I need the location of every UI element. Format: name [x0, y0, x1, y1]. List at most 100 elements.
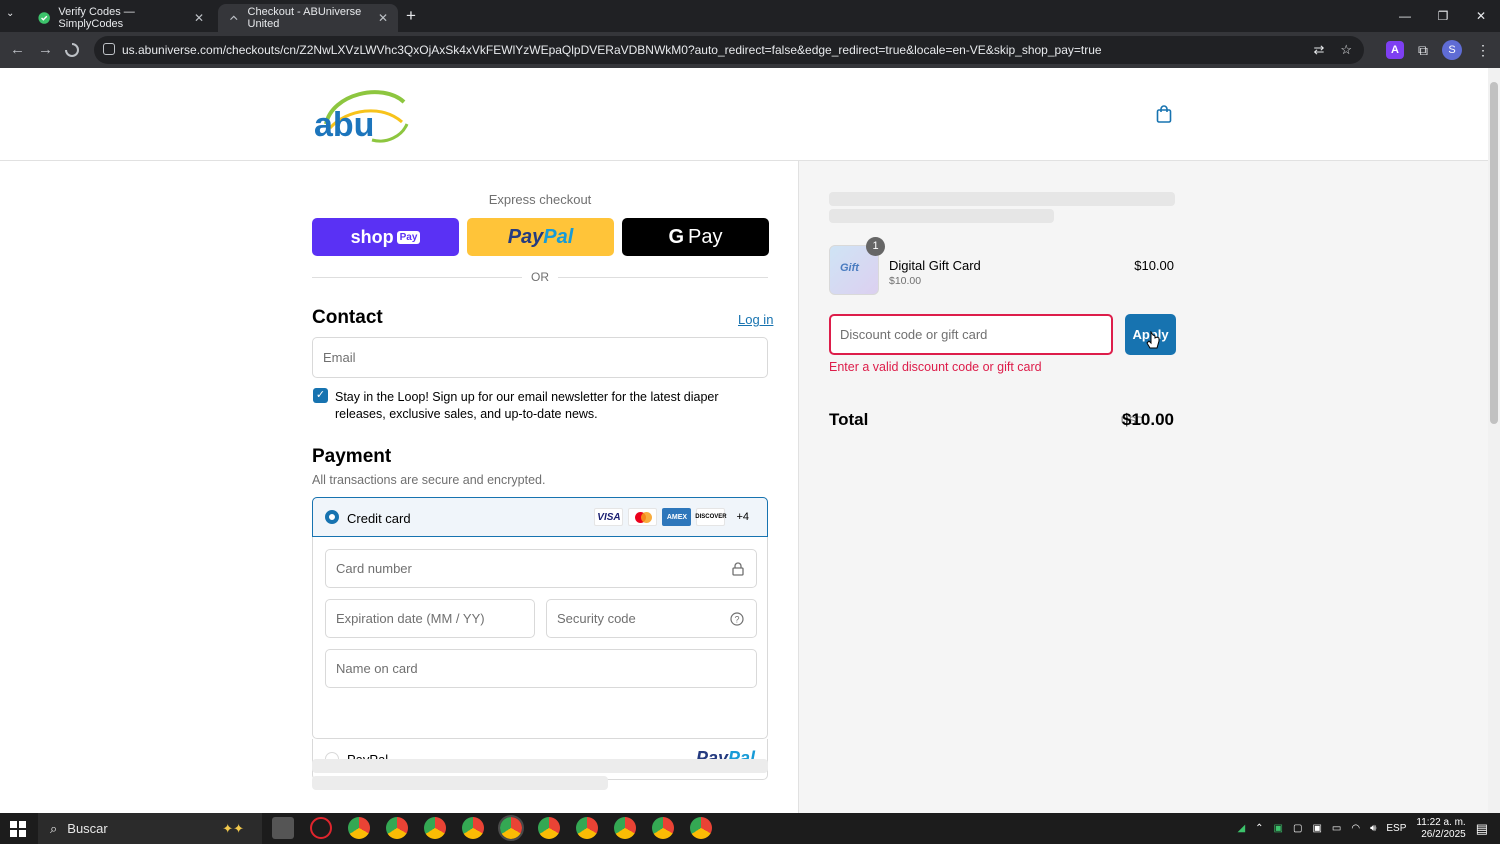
credit-card-section: Credit card VISA AMEX DISCOVER +4 Card n…: [312, 497, 768, 739]
abu-logo[interactable]: abu: [312, 84, 412, 146]
site-info-icon[interactable]: [103, 43, 115, 55]
shop-pay-button[interactable]: shop Pay: [312, 218, 459, 256]
name-on-card-field[interactable]: Name on card: [325, 649, 757, 688]
scrollbar-thumb[interactable]: [1490, 82, 1498, 424]
chrome-profile-icon[interactable]: [538, 817, 560, 839]
close-window-icon[interactable]: ✕: [1462, 0, 1500, 32]
tray-app-icon[interactable]: ▣: [1274, 823, 1283, 834]
extension-a-icon[interactable]: A: [1386, 41, 1404, 59]
translate-icon[interactable]: ⇄: [1313, 42, 1324, 58]
chrome-profile-icon[interactable]: [424, 817, 446, 839]
bookmark-star-icon[interactable]: ☆: [1340, 42, 1352, 58]
minimize-icon[interactable]: —: [1386, 0, 1424, 32]
item-price: $10.00: [1134, 258, 1174, 273]
email-field[interactable]: Email: [312, 337, 768, 378]
checkout-form: Express checkout shop Pay Pay Pal G Pay O…: [0, 161, 798, 813]
card-brand-logos: VISA AMEX DISCOVER +4: [594, 508, 749, 526]
mastercard-icon: [628, 508, 658, 526]
discount-code-input[interactable]: Discount code or gift card: [829, 314, 1113, 355]
notifications-icon[interactable]: ▤: [1476, 821, 1488, 837]
google-pay-button[interactable]: G Pay: [622, 218, 769, 256]
address-bar[interactable]: us.abuniverse.com/checkouts/cn/Z2NwLXVzL…: [94, 36, 1364, 64]
email-placeholder: Email: [323, 350, 356, 365]
chrome-active-icon[interactable]: [498, 815, 524, 841]
order-summary: Gift 1 Digital Gift Card $10.00 $10.00 D…: [798, 161, 1488, 813]
extensions-puzzle-icon[interactable]: ⧉: [1418, 42, 1428, 59]
logo-text: abu: [314, 106, 374, 144]
close-tab-icon[interactable]: ✕: [194, 11, 204, 25]
nvidia-icon[interactable]: ◢: [1237, 823, 1245, 834]
paypal-express-button[interactable]: Pay Pal: [467, 218, 614, 256]
visa-icon: VISA: [594, 508, 624, 526]
lock-icon: [732, 562, 744, 576]
tab-checkout[interactable]: Checkout - ABUniverse United ✕: [218, 4, 398, 32]
browser-tab-strip: ⌄ Verify Codes — SimplyCodes ✕ Checkout …: [0, 0, 1500, 32]
or-text: OR: [531, 270, 549, 284]
forward-icon[interactable]: →: [38, 41, 53, 58]
security-code-field[interactable]: Security code ?: [546, 599, 757, 638]
back-icon[interactable]: ←: [10, 41, 25, 58]
loading-icon: [230, 15, 238, 21]
copilot-sparkle-icon: ✦✦: [222, 820, 244, 836]
google-g-icon: G: [668, 225, 685, 248]
expiration-placeholder: Expiration date (MM / YY): [336, 611, 485, 626]
loading-skeleton: [312, 776, 608, 790]
checkout-page: abu Express checkout shop Pay Pay Pal G P…: [0, 68, 1488, 813]
loading-skeleton: [829, 192, 1175, 206]
login-link[interactable]: Log in: [738, 312, 773, 327]
mouse-cursor-icon: [1146, 331, 1160, 349]
simplycodes-icon: [38, 12, 50, 24]
item-sub-price: $10.00: [889, 275, 922, 287]
clock[interactable]: 11:22 a. m. 26/2/2025: [1416, 817, 1465, 841]
new-tab-button[interactable]: +: [406, 6, 416, 26]
chrome-profile-icon[interactable]: [386, 817, 408, 839]
chevron-up-icon[interactable]: ⌃: [1255, 823, 1263, 834]
tab-simplycodes[interactable]: Verify Codes — SimplyCodes ✕: [28, 4, 214, 32]
language-indicator[interactable]: ESP: [1386, 823, 1406, 834]
wifi-icon[interactable]: ◠: [1351, 823, 1360, 834]
card-number-field[interactable]: Card number: [325, 549, 757, 588]
tab-list-button[interactable]: ⌄: [6, 8, 14, 19]
browser-menu-icon[interactable]: ⋮: [1476, 42, 1490, 59]
opera-icon[interactable]: [310, 817, 332, 839]
credit-card-label: Credit card: [347, 511, 411, 526]
windows-start-icon[interactable]: [10, 821, 26, 837]
security-code-placeholder: Security code: [557, 611, 636, 626]
gift-card-thumb-text: Gift: [840, 262, 859, 274]
tray-app-icon[interactable]: ▢: [1293, 823, 1302, 834]
system-tray: ◢ ⌃ ▣ ▢ ▣ ▭ ◠ 🔊︎ ESP 11:22 a. m. 26/2/20…: [1237, 813, 1500, 844]
credit-card-option[interactable]: Credit card VISA AMEX DISCOVER +4: [312, 497, 768, 537]
newsletter-label: Stay in the Loop! Sign up for our email …: [335, 390, 719, 421]
chrome-profile-icon[interactable]: [462, 817, 484, 839]
newsletter-checkbox[interactable]: ✓: [313, 388, 328, 403]
chrome-profile-icon[interactable]: [614, 817, 636, 839]
task-view-icon[interactable]: [272, 817, 294, 839]
payment-title: Payment: [312, 446, 392, 467]
tab-title: Checkout - ABUniverse United: [247, 6, 362, 30]
expiration-field[interactable]: Expiration date (MM / YY): [325, 599, 535, 638]
chrome-profile-icon[interactable]: [652, 817, 674, 839]
search-icon: ⌕: [50, 820, 58, 836]
chrome-profile-icon[interactable]: [690, 817, 712, 839]
credit-card-radio[interactable]: [325, 510, 339, 524]
payment-subtitle: All transactions are secure and encrypte…: [312, 473, 546, 487]
url-text: us.abuniverse.com/checkouts/cn/Z2NwLXVzL…: [122, 43, 1102, 57]
clock-time: 11:22 a. m.: [1416, 816, 1466, 828]
taskbar-search[interactable]: ⌕ Buscar ✦✦: [38, 813, 262, 844]
more-cards-badge: +4: [736, 511, 749, 523]
page-scrollbar[interactable]: [1488, 68, 1500, 813]
amex-icon: AMEX: [662, 508, 692, 526]
profile-avatar[interactable]: S: [1442, 40, 1462, 60]
chrome-icon[interactable]: [348, 817, 370, 839]
svg-text:?: ?: [735, 615, 740, 625]
tray-app-icon[interactable]: ▣: [1312, 823, 1321, 834]
close-tab-icon[interactable]: ✕: [378, 11, 388, 25]
battery-icon[interactable]: ▭: [1332, 823, 1341, 834]
shopping-bag-icon[interactable]: [1156, 105, 1172, 123]
volume-icon[interactable]: 🔊︎: [1370, 823, 1376, 834]
restore-icon[interactable]: ❐: [1424, 0, 1462, 32]
windows-taskbar: ⌕ Buscar ✦✦ ◢ ⌃ ▣ ▢ ▣ ▭ ◠ 🔊︎ ESP 11:22 a…: [0, 813, 1500, 844]
express-checkout-title: Express checkout: [488, 192, 592, 207]
help-question-icon[interactable]: ?: [730, 612, 744, 626]
chrome-profile-icon[interactable]: [576, 817, 598, 839]
